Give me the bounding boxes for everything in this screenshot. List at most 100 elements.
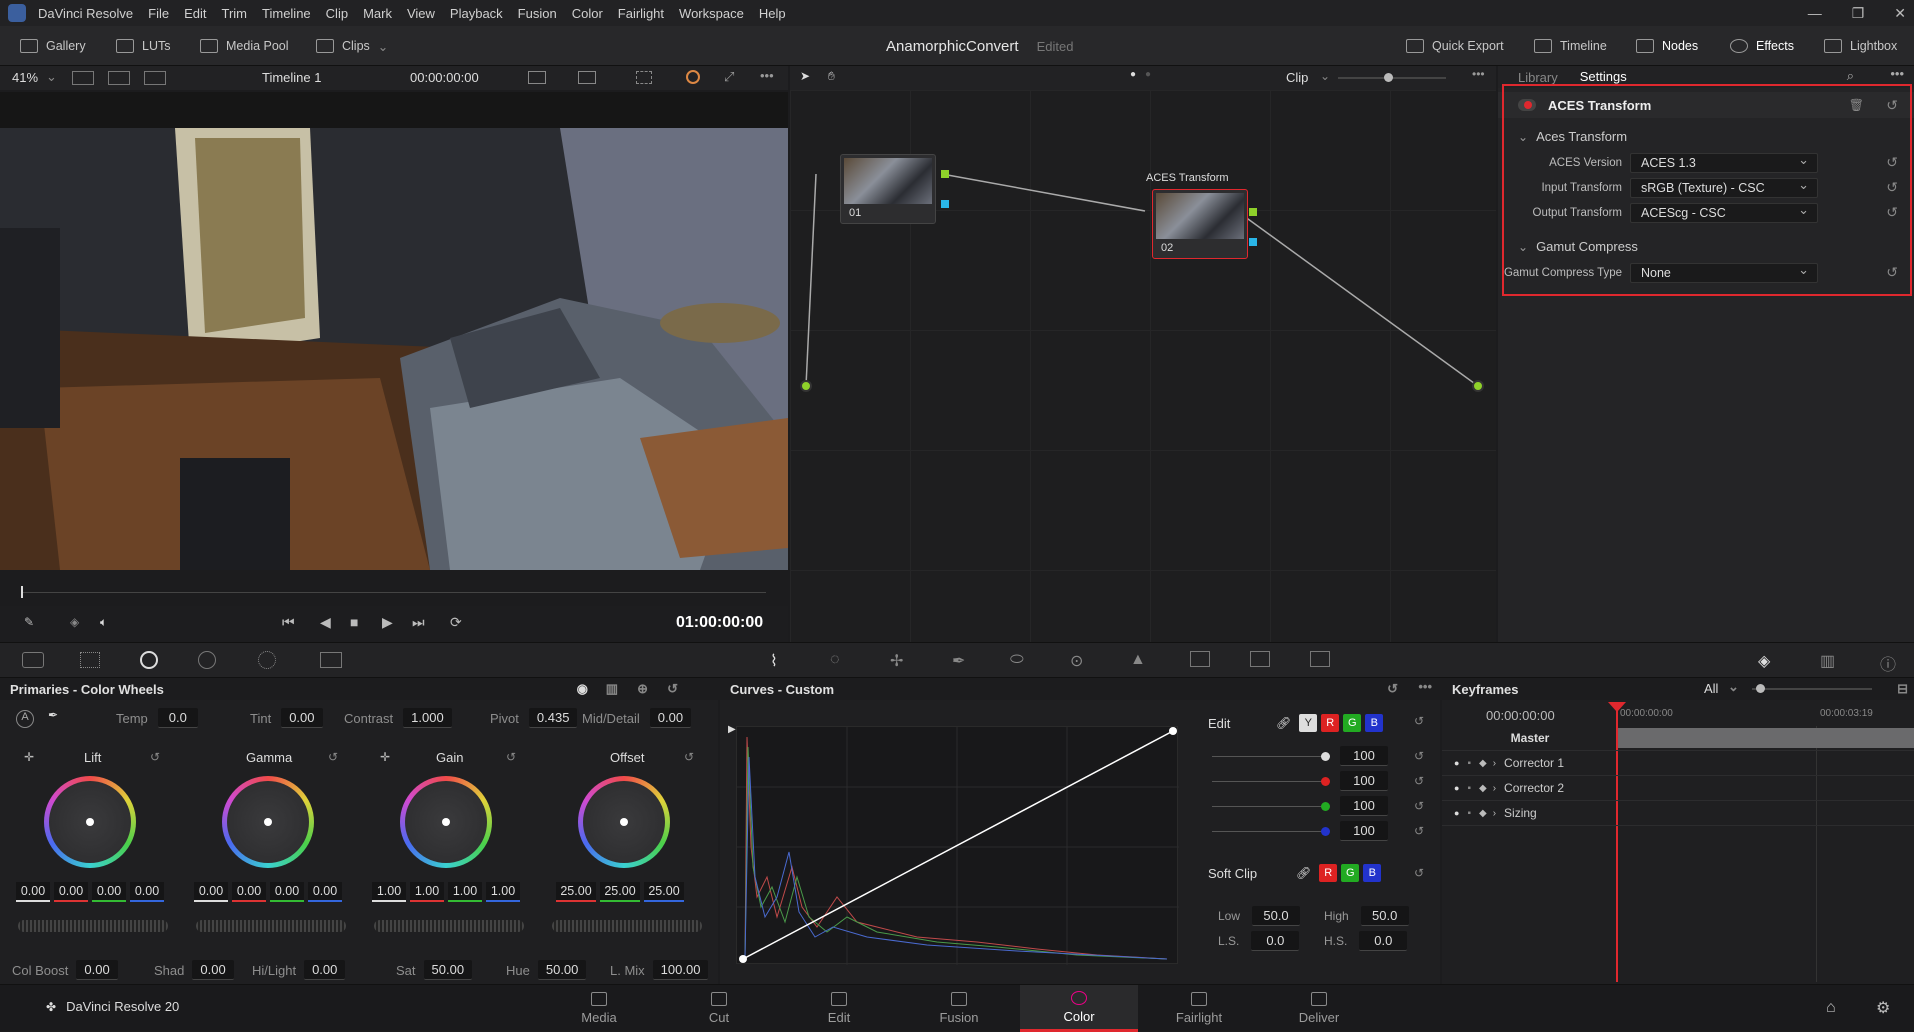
lift-master-slider[interactable] (18, 920, 168, 932)
scrubber[interactable] (0, 582, 788, 606)
timeline-select[interactable]: Timeline 1 (262, 70, 321, 85)
more-options-icon[interactable]: ••• (1890, 66, 1904, 81)
kf-row-sizing[interactable]: ● ▪ ◆ › Sizing (1442, 801, 1914, 826)
more-options-icon[interactable]: ••• (760, 68, 774, 83)
page-edit-button[interactable]: Edit (780, 985, 898, 1032)
hdr-wheels-icon[interactable] (198, 651, 216, 669)
crosshair-icon[interactable]: ✛ (380, 750, 390, 764)
page-cut-button[interactable]: Cut (660, 985, 778, 1032)
menu-app-name[interactable]: DaVinci Resolve (38, 6, 133, 21)
menu-file[interactable]: File (148, 6, 169, 21)
channel-b-button[interactable]: B (1365, 714, 1384, 732)
curve-graph[interactable] (736, 726, 1179, 965)
softclip-g-button[interactable]: G (1341, 864, 1360, 882)
channel-r-button[interactable]: R (1321, 714, 1340, 732)
source-input-node[interactable] (800, 380, 812, 392)
offset-g-field[interactable]: 25.00 (600, 882, 640, 902)
link-icon[interactable]: 🔗︎ (1296, 866, 1311, 880)
page-deliver-button[interactable]: Deliver (1260, 985, 1378, 1032)
camera-raw-icon[interactable] (22, 652, 44, 668)
more-options-icon[interactable]: ••• (1472, 67, 1485, 81)
chevron-right-icon[interactable]: › (1493, 758, 1496, 769)
primaries-mode-icon[interactable]: ◉ (577, 681, 588, 697)
offset-b-field[interactable]: 25.00 (644, 882, 684, 902)
color-warper-icon[interactable]: ◌ (830, 651, 840, 669)
intensity-r-field[interactable]: 100 (1340, 771, 1388, 791)
scopes-icon[interactable]: ▥ (1820, 651, 1835, 671)
channel-g-button[interactable]: G (1343, 714, 1362, 732)
source-timecode[interactable]: 00:00:00:00 (410, 70, 479, 85)
tint-field[interactable]: 0.00 (281, 708, 323, 728)
menu-workspace[interactable]: Workspace (679, 6, 744, 21)
gain-master-slider[interactable] (374, 920, 524, 932)
auto-balance-icon[interactable]: A (16, 710, 34, 728)
kf-row-master[interactable]: Master (1442, 726, 1914, 751)
split-viewer-icon[interactable] (108, 71, 130, 85)
fullscreen-icon[interactable]: ⤢ (724, 69, 734, 85)
keyframe-playhead-marker[interactable] (1608, 702, 1626, 712)
keyframes-icon[interactable]: ◈ (1758, 651, 1770, 671)
reset-icon[interactable]: ↺ (1414, 866, 1424, 880)
offset-r-field[interactable]: 25.00 (556, 882, 596, 902)
reset-icon[interactable]: ↺ (1414, 774, 1424, 788)
lift-y-field[interactable]: 0.00 (16, 882, 50, 902)
window-icon[interactable]: ⬭ (1010, 651, 1024, 669)
node-output-key[interactable] (1249, 208, 1257, 216)
reset-icon[interactable]: ↺ (1414, 749, 1424, 763)
tab-settings[interactable]: Settings (1579, 69, 1627, 86)
effects-toggle-button[interactable]: Effects (1730, 26, 1794, 66)
page-color-button[interactable]: Color (1020, 985, 1138, 1032)
intensity-r-slider[interactable] (1212, 776, 1330, 786)
hilight-field[interactable]: 0.00 (304, 960, 346, 980)
motion-effects-icon[interactable] (320, 652, 342, 668)
dot-icon[interactable]: ● (1454, 758, 1459, 768)
menu-edit[interactable]: Edit (184, 6, 206, 21)
intensity-y-field[interactable]: 100 (1340, 746, 1388, 766)
bars-mode-icon[interactable]: ▥ (606, 681, 618, 697)
maximize-icon[interactable]: ❐ (1852, 5, 1865, 22)
eyedropper-icon[interactable]: ✒ (48, 708, 58, 722)
menu-playback[interactable]: Playback (450, 6, 503, 21)
curve-handle-icon[interactable]: ▶ (728, 724, 736, 735)
wipe-viewer-icon[interactable] (144, 71, 166, 85)
menu-color[interactable]: Color (572, 6, 603, 21)
gain-g-field[interactable]: 1.00 (448, 882, 482, 902)
reset-icon[interactable]: ↺ (1414, 799, 1424, 813)
gamma-y-field[interactable]: 0.00 (194, 882, 228, 902)
magic-mask-icon[interactable]: ▲ (1130, 651, 1146, 669)
menu-fairlight[interactable]: Fairlight (618, 6, 664, 21)
kf-row-corrector1[interactable]: ● ▪ ◆ › Corrector 1 (1442, 751, 1914, 776)
offset-master-slider[interactable] (552, 920, 702, 932)
menu-clip[interactable]: Clip (326, 6, 348, 21)
tab-library[interactable]: Library (1518, 70, 1558, 85)
output-node[interactable] (1472, 380, 1484, 392)
intensity-g-slider[interactable] (1212, 801, 1330, 811)
menu-timeline[interactable]: Timeline (262, 6, 311, 21)
keyframe-zoom-slider[interactable] (1752, 688, 1872, 690)
contrast-field[interactable]: 1.000 (403, 708, 452, 728)
intensity-y-slider[interactable] (1212, 751, 1330, 761)
page-dot-icon[interactable]: ● (1130, 69, 1136, 80)
node-output-alpha[interactable] (941, 200, 949, 208)
menu-fusion[interactable]: Fusion (518, 6, 557, 21)
lock-icon[interactable]: ▪ (1467, 783, 1471, 794)
node-output-alpha[interactable] (1249, 238, 1257, 246)
lock-icon[interactable]: ▪ (1467, 758, 1471, 769)
minimize-icon[interactable]: — (1808, 5, 1822, 21)
key-icon[interactable] (1250, 651, 1270, 667)
reset-icon[interactable]: ↺ (1387, 681, 1398, 697)
lightbox-button[interactable]: Lightbox (1824, 26, 1897, 66)
intensity-g-field[interactable]: 100 (1340, 796, 1388, 816)
offset-wheel[interactable] (578, 776, 670, 868)
hand-icon[interactable]: ✋︎ (828, 69, 835, 84)
loop-icon[interactable]: ⟳ (450, 614, 462, 631)
pointer-icon[interactable]: ➤ (800, 69, 810, 83)
dot-icon[interactable]: ● (1454, 783, 1459, 793)
reset-icon[interactable]: ↺ (506, 750, 516, 764)
scopes-icon[interactable] (528, 71, 546, 84)
nodes-toggle-button[interactable]: Nodes (1636, 26, 1698, 66)
reset-icon[interactable]: ↺ (684, 750, 694, 764)
media-pool-button[interactable]: Media Pool (200, 26, 289, 66)
reset-icon[interactable]: ↺ (1414, 714, 1424, 728)
lock-icon[interactable]: ▪ (1467, 808, 1471, 819)
